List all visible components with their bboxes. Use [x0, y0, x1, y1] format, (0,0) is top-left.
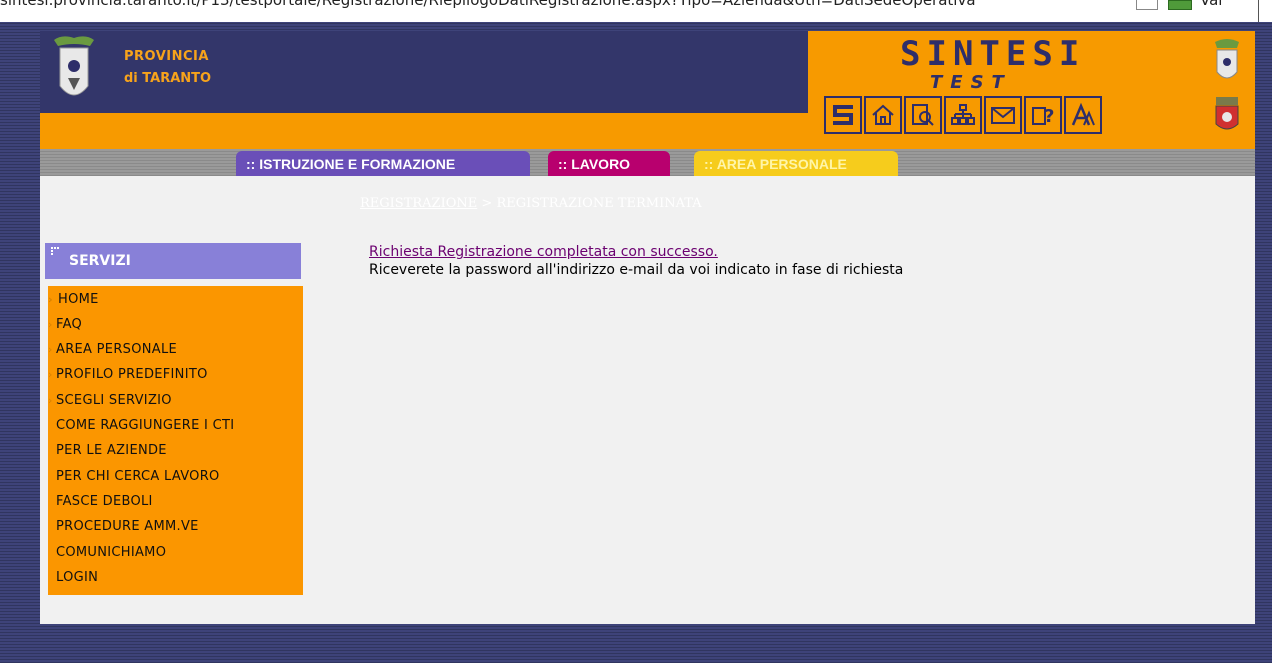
breadcrumb-link-registrazione[interactable]: REGISTRAZIONE	[360, 196, 477, 211]
sidebar-item-label: SCEGLI SERVIZIO	[56, 392, 172, 408]
address-dropdown-button[interactable]	[1136, 0, 1158, 10]
breadcrumb-current: REGISTRAZIONE TERMINATA	[496, 196, 702, 211]
sidebar-item[interactable]: COMUNICHIAMO	[48, 541, 166, 563]
sidebar-item-label: LOGIN	[56, 569, 99, 585]
tab-area-personale[interactable]: :: AREA PERSONALE	[694, 151, 898, 176]
sidebar-item-label: PER CHI CERCA LAVORO	[56, 468, 220, 484]
arrow-icon: ›	[48, 343, 53, 357]
arrow-icon: ›	[48, 393, 53, 407]
sidebar-item[interactable]: ›› HOME	[48, 288, 99, 310]
sidebar-item[interactable]: COME RAGGIUNGERE I CTI	[48, 415, 234, 437]
arrow-icon: ›	[48, 317, 53, 331]
sidebar-item-label: AREA PERSONALE	[56, 342, 178, 358]
region-crest-icon	[1215, 39, 1239, 79]
sidebar-item[interactable]: FASCE DEBOLI	[48, 490, 153, 512]
sidebar-item[interactable]: PROCEDURE AMM.VE	[48, 516, 199, 538]
sidebar-item[interactable]: LOGIN	[48, 566, 98, 588]
province-name: PROVINCIA	[124, 49, 209, 64]
services-title: SERVIZI	[69, 253, 131, 269]
sidebar-item-label: COME RAGGIUNGERE I CTI	[56, 418, 235, 433]
services-menu: ›› HOME › FAQ › AREA PERSONALE › PROFILO PREDEF…	[48, 286, 303, 595]
sidebar-item[interactable]: › SCEGLI SERVIZIO	[48, 389, 172, 411]
sintesi-icon[interactable]	[824, 96, 862, 134]
province-crest-icon	[54, 36, 94, 96]
mail-icon[interactable]	[984, 96, 1022, 134]
svg-text:?: ?	[1044, 106, 1054, 127]
help-icon[interactable]: ?	[1024, 96, 1062, 134]
toolbar-divider	[1258, 0, 1259, 22]
apulia-crest-icon	[1215, 97, 1239, 130]
registration-info-text: Riceverete la password all'indirizzo e-m…	[369, 262, 904, 278]
double-arrow-icon: ››	[48, 292, 53, 306]
sidebar-item-label: PROFILO PREDEFINITO	[56, 367, 208, 383]
sitemap-icon[interactable]	[944, 96, 982, 134]
url-text[interactable]: sintesi.provincia.taranto.it/P13/testpor…	[0, 0, 976, 9]
services-header: SERVIZI	[45, 243, 301, 279]
arrow-icon: ›	[48, 368, 53, 382]
sidebar-item[interactable]: › FAQ	[48, 313, 82, 335]
breadcrumb-separator: >	[481, 196, 493, 211]
registration-success-link[interactable]: Richiesta Registrazione completata con s…	[369, 244, 718, 260]
dots-icon	[51, 247, 59, 255]
sidebar-item-label: FASCE DEBOLI	[56, 493, 153, 509]
header-orange-strip	[40, 113, 808, 149]
sidebar-item[interactable]: PER LE AZIENDE	[48, 440, 167, 462]
font-size-icon[interactable]	[1064, 96, 1102, 134]
sidebar-item-label: PER LE AZIENDE	[56, 443, 167, 459]
header-toolbar: ?	[824, 96, 1102, 136]
sidebar-item-label: PROCEDURE AMM.VE	[56, 519, 199, 535]
breadcrumb: REGISTRAZIONE > REGISTRAZIONE TERMINATA	[360, 196, 702, 211]
sidebar-item-label: FAQ	[56, 316, 83, 332]
home-icon[interactable]	[864, 96, 902, 134]
address-bar[interactable]: sintesi.provincia.taranto.it/P13/testpor…	[0, 0, 1272, 22]
sidebar-item[interactable]: › AREA PERSONALE	[48, 339, 177, 361]
sidebar-item-label: HOME	[58, 291, 99, 307]
sidebar-item-label: COMUNICHIAMO	[56, 544, 167, 560]
province-city: di TARANTO	[124, 71, 212, 86]
test-label: TEST	[930, 72, 1012, 93]
tab-lavoro[interactable]: :: LAVORO	[548, 151, 670, 176]
sidebar-item[interactable]: PER CHI CERCA LAVORO	[48, 465, 220, 487]
sidebar-item[interactable]: › PROFILO PREDEFINITO	[48, 364, 208, 386]
search-document-icon[interactable]	[904, 96, 942, 134]
tab-istruzione-formazione[interactable]: :: ISTRUZIONE E FORMAZIONE	[236, 151, 530, 176]
sintesi-logo[interactable]: SINTESI	[900, 37, 1085, 71]
go-button[interactable]: Vai	[1200, 0, 1222, 9]
go-arrow-icon[interactable]	[1168, 0, 1192, 10]
